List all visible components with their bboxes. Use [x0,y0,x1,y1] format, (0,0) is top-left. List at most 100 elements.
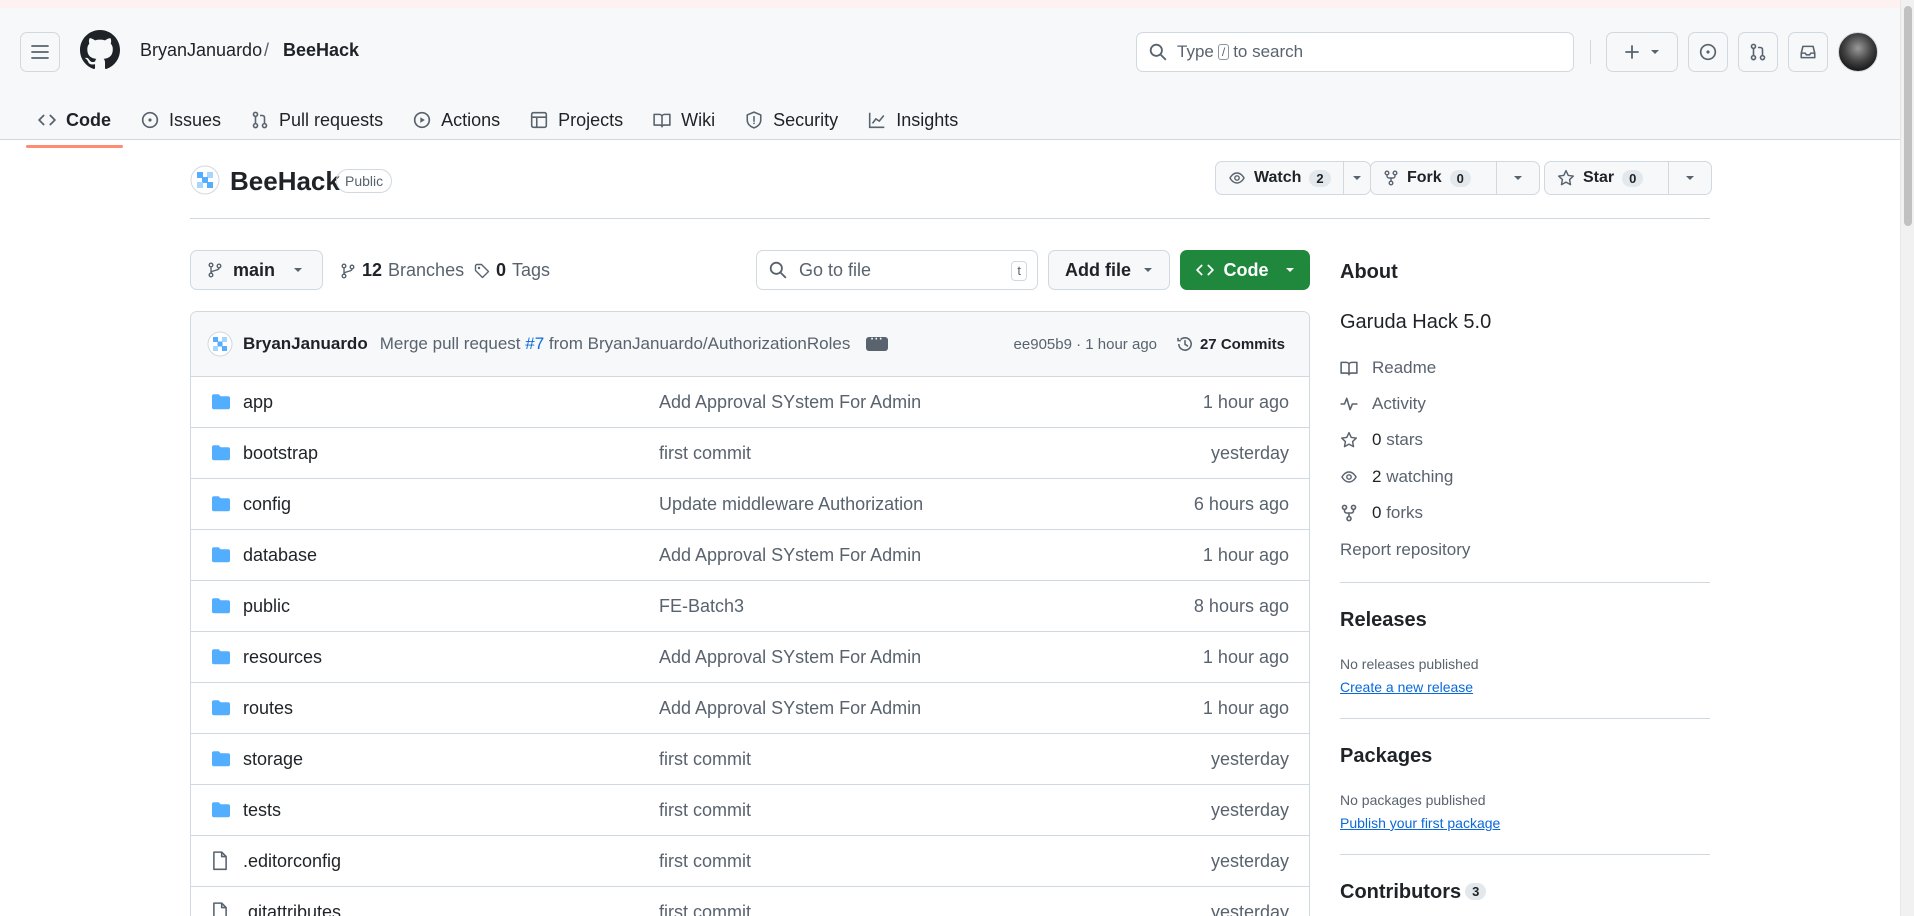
watching-link[interactable]: 2 watching [1340,467,1453,487]
commit-pr-link[interactable]: #7 [525,334,544,353]
branches-link[interactable]: 12 Branches [340,260,464,281]
file-row[interactable]: database Add Approval SYstem For Admin 1 h… [191,530,1309,581]
top-accent-line [0,0,1900,8]
file-name[interactable]: resources [243,647,322,668]
stars-link[interactable]: 0 stars [1340,430,1423,450]
breadcrumb-owner[interactable]: BryanJanuardo [140,40,262,61]
releases-heading[interactable]: Releases [1340,609,1427,632]
activity-link[interactable]: Activity [1340,394,1426,414]
file-row[interactable]: resources Add Approval SYstem For Admin 1 … [191,632,1309,683]
file-row[interactable]: app Add Approval SYstem For Admin 1 hour a… [191,377,1309,428]
report-repository-link[interactable]: Report repository [1340,540,1470,560]
file-name[interactable]: storage [243,749,303,770]
file-name[interactable]: app [243,392,273,413]
tab-wiki[interactable]: Wiki [641,100,727,140]
tab-actions[interactable]: Actions [401,100,512,140]
tab-pull-requests[interactable]: Pull requests [239,100,395,140]
watching-count: 2 [1372,467,1382,486]
file-commit-message[interactable]: Add Approval SYstem For Admin [659,698,921,719]
file-row[interactable]: .editorconfig first commit yesterday [191,836,1309,887]
contributors-label: Contributors [1340,881,1462,903]
fork-button[interactable]: Fork 0 [1371,162,1497,194]
github-logo-icon[interactable] [80,30,120,70]
file-row[interactable]: .gitattributes first commit yesterday [191,887,1309,916]
commit-author[interactable]: BryanJanuardo [243,334,368,354]
tab-security[interactable]: Security [733,100,850,140]
file-commit-message[interactable]: first commit [659,443,751,464]
inbox-button[interactable] [1788,32,1828,72]
file-name[interactable]: tests [243,800,281,821]
global-search-input[interactable]: Type / to search [1136,32,1574,72]
tab-projects[interactable]: Projects [518,100,635,140]
menu-button[interactable] [20,32,60,72]
file-name[interactable]: routes [243,698,293,719]
tab-label: Projects [558,109,624,130]
file-row[interactable]: routes Add Approval SYstem For Admin 1 hou… [191,683,1309,734]
file-row[interactable]: storage first commit yesterday [191,734,1309,785]
breadcrumb-repo[interactable]: BeeHack [283,40,359,61]
repo-title[interactable]: BeeHack [230,166,340,197]
commit-sha-time[interactable]: ee905b9 · 1 hour ago [1014,336,1157,353]
file-name[interactable]: .gitattributes [243,902,341,916]
file-name[interactable]: config [243,494,291,515]
watch-dropdown[interactable] [1344,162,1370,194]
file-row[interactable]: public FE-Batch3 8 hours ago [191,581,1309,632]
watch-button[interactable]: Watch 2 [1216,162,1344,194]
file-icon [213,851,227,871]
star-icon [1557,169,1575,186]
branch-icon [341,263,355,278]
code-download-button[interactable]: Code [1180,250,1310,290]
file-name[interactable]: .editorconfig [243,851,341,872]
file-row[interactable]: bootstrap first commit yesterday [191,428,1309,479]
file-name[interactable]: public [243,596,290,617]
file-commit-message[interactable]: first commit [659,749,751,770]
file-commit-message[interactable]: first commit [659,800,751,821]
star-button-group: Star 0 [1544,161,1712,195]
file-commit-message[interactable]: Add Approval SYstem For Admin [659,392,921,413]
file-commit-message[interactable]: Add Approval SYstem For Admin [659,647,921,668]
page-scrollbar[interactable] [1900,0,1914,916]
sidebar-divider [1340,854,1710,855]
folder-icon [212,751,230,767]
packages-heading[interactable]: Packages [1340,745,1432,768]
create-new-button[interactable] [1606,32,1678,72]
commit-message[interactable]: Merge pull request #7 from BryanJanuardo… [380,334,851,354]
add-file-button[interactable]: Add file [1048,250,1170,290]
file-row[interactable]: tests first commit yesterday [191,785,1309,836]
file-commit-message[interactable]: Add Approval SYstem For Admin [659,545,921,566]
file-commit-date: 1 hour ago [1202,646,1289,667]
tab-label: Issues [169,109,222,130]
create-release-link[interactable]: Create a new release [1340,679,1473,695]
file-commit-message[interactable]: first commit [659,851,751,872]
branch-selector-button[interactable]: main [190,250,323,290]
tags-link[interactable]: 0 Tags [474,260,550,281]
file-commit-message[interactable]: FE-Batch3 [659,596,744,617]
publish-package-link[interactable]: Publish your first package [1340,815,1500,831]
star-button[interactable]: Star 0 [1545,162,1669,194]
commits-link[interactable]: 27 Commits [1176,335,1285,353]
search-icon [1149,43,1167,61]
scrollbar-thumb[interactable] [1904,6,1912,226]
forks-link[interactable]: 0 forks [1340,503,1423,523]
tab-insights[interactable]: Insights [856,100,970,140]
go-to-file-input[interactable]: Go to file t [756,250,1038,290]
folder-icon [212,394,230,410]
commit-author-avatar[interactable] [207,331,233,357]
commit-expand-button[interactable] [866,330,889,351]
file-type-icon [211,597,231,615]
tab-issues[interactable]: Issues [129,100,233,140]
pull-requests-shortcut-button[interactable] [1738,32,1778,72]
tab-code[interactable]: Code [26,100,123,148]
contributors-heading[interactable]: Contributors 3 [1340,881,1487,904]
file-commit-message[interactable]: Update middleware Authorization [659,494,923,515]
issues-shortcut-button[interactable] [1688,32,1728,72]
file-name[interactable]: database [243,545,317,566]
fork-dropdown[interactable] [1497,162,1539,194]
file-commit-message[interactable]: first commit [659,902,751,916]
user-avatar[interactable] [1838,32,1878,72]
search-shortcut-key: / [1217,44,1230,60]
file-name[interactable]: bootstrap [243,443,318,464]
readme-link[interactable]: Readme [1340,358,1436,378]
star-dropdown[interactable] [1669,162,1711,194]
file-row[interactable]: config Update middleware Authorization 6 h… [191,479,1309,530]
